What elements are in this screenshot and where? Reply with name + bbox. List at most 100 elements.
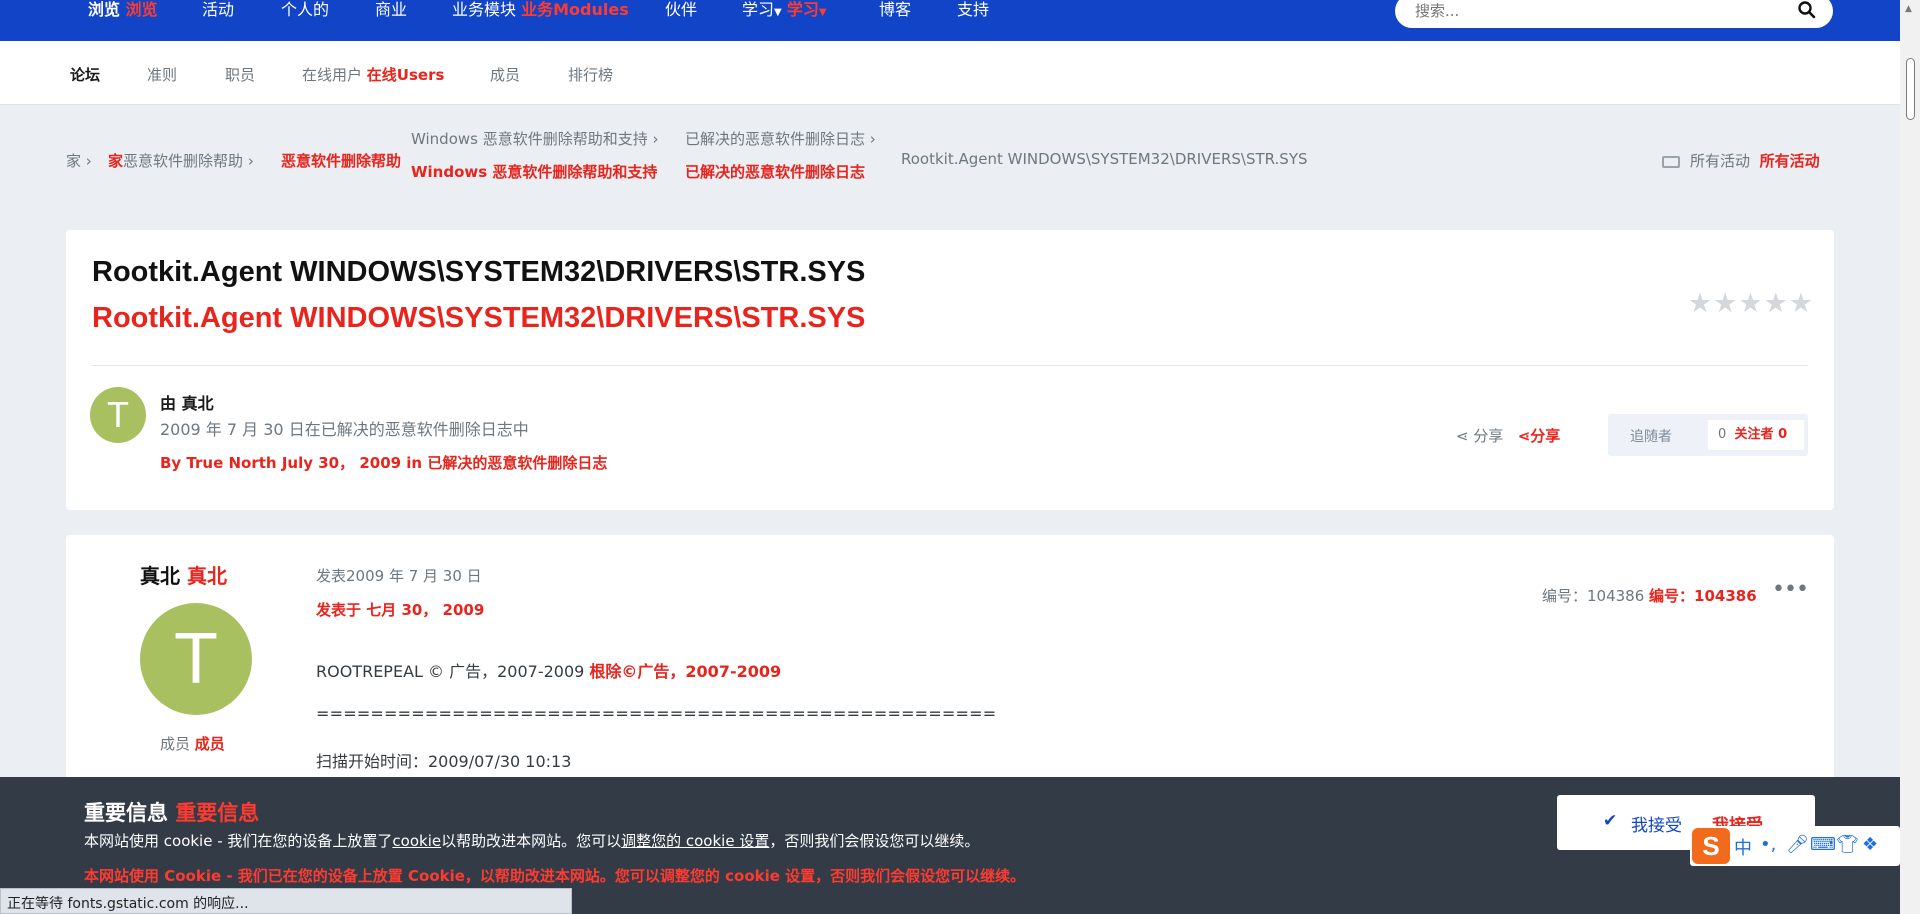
sub-navigation: 论坛 准则 职员 在线用户 在线Users 成员 排行榜 xyxy=(0,41,1900,105)
nav-learn-label: 学习 xyxy=(742,0,775,19)
tab-online-users[interactable]: 在线用户 在线Users xyxy=(302,64,444,85)
rating-stars[interactable]: ★★★★★ xyxy=(1688,288,1814,319)
star-icon[interactable]: ★ xyxy=(1764,288,1789,319)
followers-count-red: 关注者 0 xyxy=(1734,427,1788,442)
topic-author[interactable]: 由 真北 xyxy=(160,390,214,414)
share-icon: ⋖ xyxy=(1517,427,1531,445)
nav-business[interactable]: 商业 xyxy=(375,0,407,20)
nav-personal[interactable]: 个人的 xyxy=(281,0,329,20)
search-input[interactable] xyxy=(1415,0,1775,22)
cookie-text-part: 以帮助改进本网站。您可以 xyxy=(441,832,622,850)
breadcrumb-malware-help-label: 恶意软件删除帮助 xyxy=(123,152,244,170)
star-icon[interactable]: ★ xyxy=(1688,288,1713,319)
breadcrumb-resolved-label: 已解决的恶意软件删除日志 xyxy=(685,130,866,148)
post-id-label-red: 编号：104386 xyxy=(1649,587,1757,605)
cookie-link[interactable]: cookie xyxy=(392,832,441,850)
tab-leaderboard[interactable]: 排行榜 xyxy=(568,64,613,85)
accept-label: 我接受 xyxy=(1631,816,1682,836)
post-author-label: 真北 xyxy=(140,564,180,588)
nav-activity[interactable]: 活动 xyxy=(202,0,234,20)
post-line: 扫描开始时间：2009/07/30 10:13 xyxy=(316,752,572,771)
followers-count-value: 0 xyxy=(1718,427,1727,442)
chevron-right-icon: › xyxy=(247,152,254,170)
breadcrumb-resolved-label-red: 已解决的恶意软件删除日志 xyxy=(685,163,866,181)
share-button[interactable]: ⋖ 分享 ⋖分享 xyxy=(1456,425,1560,446)
status-text: 正在等待 fonts.gstatic.com 的响应... xyxy=(7,896,249,912)
breadcrumb-resolved-red[interactable]: 已解决的恶意软件删除日志 xyxy=(685,161,865,182)
cookie-text-part: ，否则我们会假设您可以继续。 xyxy=(769,832,980,850)
tab-online-users-label-red: 在线Users xyxy=(366,66,445,84)
post-line-text: ROOTREPEAL © 广告，2007-2009 xyxy=(316,662,585,681)
avatar[interactable]: T xyxy=(140,603,252,715)
cookie-settings-link[interactable]: 调整您的 cookie 设置 xyxy=(621,832,769,850)
more-options-icon[interactable]: ••• xyxy=(1772,577,1809,602)
all-activity-link[interactable]: 所有活动 所有活动 xyxy=(1662,150,1820,171)
tab-guidelines[interactable]: 准则 xyxy=(147,64,177,85)
nav-partners[interactable]: 伙伴 xyxy=(665,0,697,20)
star-icon[interactable]: ★ xyxy=(1713,288,1738,319)
post-author-name[interactable]: 真北 真北 xyxy=(140,560,227,589)
post-role-label: 成员 xyxy=(160,735,191,753)
topic-header: Rootkit.Agent WINDOWS\SYSTEM32\DRIVERS\S… xyxy=(66,230,1834,510)
breadcrumb-windows[interactable]: Windows 恶意软件删除帮助和支持 › xyxy=(411,128,659,149)
microphone-icon[interactable]: 🎤︎ xyxy=(1786,834,1809,855)
post-line: ========================================… xyxy=(316,704,997,723)
divider xyxy=(92,365,1808,366)
breadcrumb-resolved[interactable]: 已解决的恶意软件删除日志 › xyxy=(685,128,876,149)
all-activity-label-red: 所有活动 xyxy=(1759,152,1820,170)
tab-forum[interactable]: 论坛 xyxy=(70,64,100,85)
nav-modules-label: 业务模块 xyxy=(452,0,517,19)
punctuation-icon[interactable]: •, xyxy=(1760,834,1776,855)
breadcrumb-home[interactable]: 家 › xyxy=(66,150,92,171)
keyboard-icon[interactable]: ⌨ xyxy=(1810,834,1836,855)
nav-blog[interactable]: 博客 xyxy=(879,0,911,20)
post-date-red: 发表于 七月 30， 2009 xyxy=(316,601,485,619)
star-icon[interactable]: ★ xyxy=(1738,288,1763,319)
nav-modules[interactable]: 业务模块 业务Modules xyxy=(452,0,629,20)
post-author-role: 成员 成员 xyxy=(160,733,225,754)
follow-button[interactable]: 追随者 0 关注者 0 xyxy=(1608,414,1808,456)
nav-learn[interactable]: 学习▼ 学习▼ xyxy=(742,0,827,23)
scrollbar[interactable]: ▲ xyxy=(1900,0,1920,914)
cookie-title: 重要信息 重要信息 xyxy=(84,797,259,827)
followers-label: 追随者 xyxy=(1630,429,1672,445)
cookie-title-label-red: 重要信息 xyxy=(175,801,260,825)
caret-down-icon: ▼ xyxy=(774,7,782,18)
toolbox-icon[interactable]: ❖ xyxy=(1862,834,1878,855)
caret-down-icon: ▼ xyxy=(818,7,827,18)
tab-members[interactable]: 成员 xyxy=(490,64,520,85)
cookie-text-red: 本网站使用 Cookie - 我们已在您的设备上放置 Cookie，以帮助改进本… xyxy=(84,867,1026,885)
ime-toolbar: S 中 •, 🎤︎ ⌨ 👕︎ ❖ xyxy=(1690,826,1900,866)
breadcrumb-windows-red[interactable]: Windows 恶意软件删除帮助和支持 xyxy=(411,161,657,182)
breadcrumb-windows-label-red: Windows 恶意软件删除帮助和支持 xyxy=(411,163,658,181)
skin-icon[interactable]: 👕︎ xyxy=(1836,834,1859,855)
post-author-label-red: 真北 xyxy=(186,564,227,588)
nav-browse[interactable]: 浏览 浏览 xyxy=(88,0,158,20)
scroll-up-icon[interactable]: ▲ xyxy=(1905,4,1912,14)
breadcrumb-malware-help-red[interactable]: 恶意软件删除帮助 xyxy=(281,150,401,171)
chinese-mode-icon[interactable]: 中 xyxy=(1734,834,1752,860)
nav-modules-label-red: 业务Modules xyxy=(521,0,629,19)
nav-support[interactable]: 支持 xyxy=(957,0,989,20)
topic-title: Rootkit.Agent WINDOWS\SYSTEM32\DRIVERS\S… xyxy=(92,256,866,288)
sogou-logo-icon[interactable]: S xyxy=(1692,828,1730,864)
avatar[interactable]: T xyxy=(90,387,146,443)
post-date: 发表2009 年 7 月 30 日 xyxy=(316,567,482,585)
search-icon[interactable] xyxy=(1797,0,1817,20)
breadcrumb-malware-help[interactable]: 家恶意软件删除帮助 › xyxy=(108,150,254,171)
activity-feed-icon xyxy=(1662,155,1680,168)
post-line: ROOTREPEAL © 广告，2007-2009 根除©广告，2007-200… xyxy=(316,658,781,682)
tab-staff[interactable]: 职员 xyxy=(225,64,255,85)
breadcrumb-malware-help-label-red: 恶意软件删除帮助 xyxy=(281,152,402,170)
all-activity-label: 所有活动 xyxy=(1690,152,1751,170)
nav-learn-label-red: 学习 xyxy=(786,0,819,19)
nav-browse-label-red: 浏览 xyxy=(125,0,158,19)
topic-title-red: Rootkit.Agent WINDOWS\SYSTEM32\DRIVERS\S… xyxy=(92,302,866,334)
topic-date: 2009 年 7 月 30 日在已解决的恶意软件删除日志中 xyxy=(160,420,529,439)
top-navigation: 浏览 浏览 活动 个人的 商业 业务模块 业务Modules 伙伴 学习▼ 学习… xyxy=(0,0,1900,41)
post-id[interactable]: 编号：104386 编号：104386 xyxy=(1542,585,1757,606)
star-icon[interactable]: ★ xyxy=(1789,288,1814,319)
scrollbar-thumb[interactable] xyxy=(1906,58,1915,120)
chevron-right-icon: › xyxy=(652,130,659,148)
breadcrumb-home-label: 家 xyxy=(66,152,82,170)
